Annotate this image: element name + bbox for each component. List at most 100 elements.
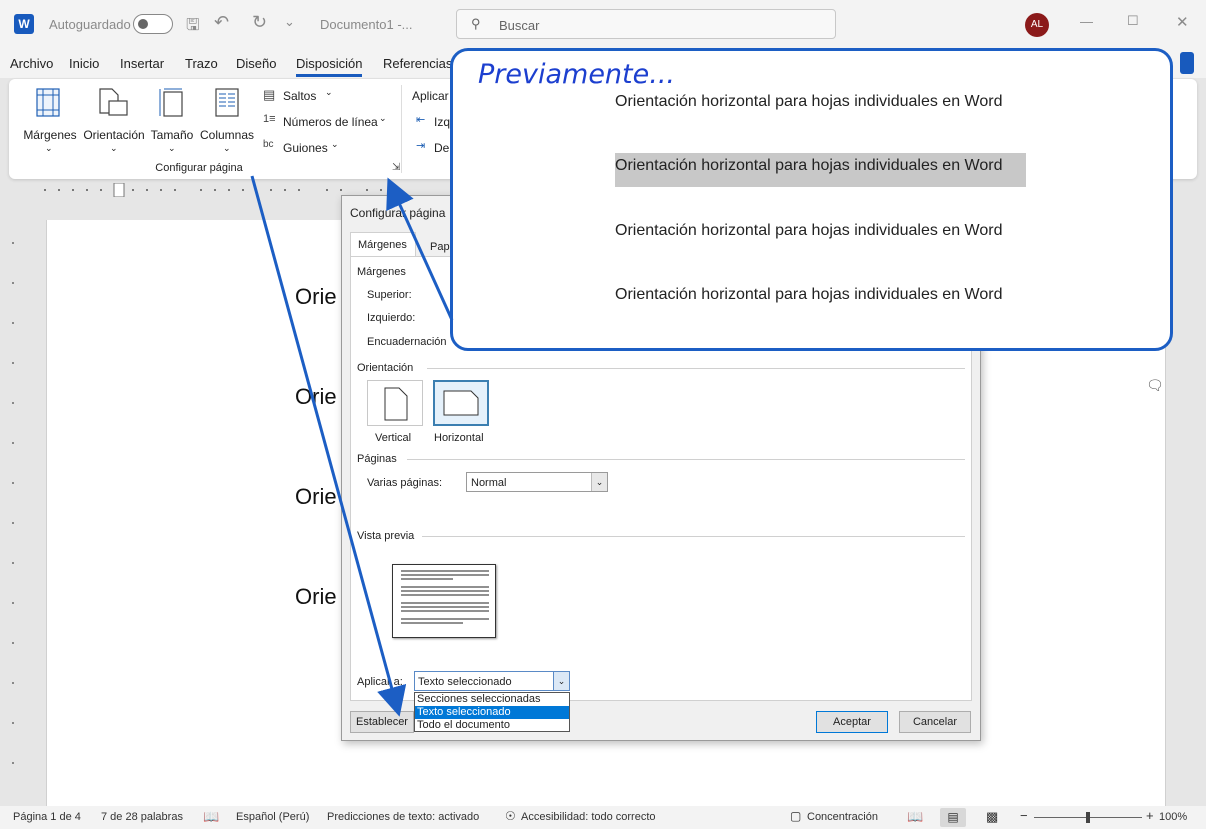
preview-section-label: Vista previa	[357, 530, 415, 542]
tab-diseno[interactable]: Diseño	[236, 56, 276, 71]
ok-button[interactable]: Aceptar	[816, 711, 888, 733]
close-icon[interactable]: ✕	[1176, 13, 1189, 31]
tab-trazo[interactable]: Trazo	[185, 56, 218, 71]
hyphenation-icon: bc	[263, 139, 274, 150]
multiple-pages-value: Normal	[471, 477, 507, 489]
portrait-option[interactable]	[367, 380, 423, 426]
dialog-title: Configurar página	[350, 206, 446, 220]
accessibility-icon: ☉	[505, 809, 516, 823]
columns-label: Columnas	[199, 128, 255, 142]
indent-left-icon[interactable]: ⇤	[416, 113, 425, 126]
divider	[422, 536, 965, 537]
apply-to-select[interactable]: Texto seleccionado ⌄	[414, 671, 570, 691]
set-default-button[interactable]: Establecer	[350, 711, 414, 733]
web-layout-icon[interactable]: ▩	[986, 809, 998, 825]
callout-line: Orientación horizontal para hojas indivi…	[615, 222, 1003, 239]
vertical-ruler-ticks	[12, 242, 14, 764]
callout-line: Orientación horizontal para hojas indivi…	[615, 93, 1003, 110]
zoom-slider[interactable]	[1034, 812, 1142, 823]
chevron-down-icon: ⌄	[325, 87, 333, 97]
document-line[interactable]: Orie	[295, 284, 337, 310]
breaks-button[interactable]: ▤ Saltos ⌄	[263, 87, 343, 105]
columns-button[interactable]: Columnas ⌄	[199, 85, 255, 155]
status-bar: Página 1 de 4 7 de 28 palabras 📖 Español…	[0, 806, 1206, 829]
tab-margins-label: Márgenes	[358, 239, 407, 251]
tab-archivo[interactable]: Archivo	[10, 56, 53, 71]
autosave-toggle[interactable]	[133, 14, 173, 34]
line-numbers-button[interactable]: 1≡ Números de línea ⌄	[263, 113, 393, 131]
tab-referencias[interactable]: Referencias	[383, 56, 452, 71]
apply-to-dropdown: Secciones seleccionadas Texto selecciona…	[414, 692, 570, 732]
share-button[interactable]	[1180, 52, 1194, 74]
zoom-in-icon[interactable]: +	[1146, 808, 1154, 823]
qat-more-icon[interactable]: ⌄	[284, 14, 295, 30]
minimize-icon[interactable]: —	[1080, 14, 1093, 29]
document-line[interactable]: Orie	[295, 384, 337, 410]
title-bar: W Autoguardado 🖫 ↶ ↻ ⌄ Documento1 -... ⚲…	[0, 0, 1206, 50]
hyphenation-button[interactable]: bc Guiones ⌄	[263, 139, 353, 157]
gutter-label: Encuadernación	[367, 336, 447, 348]
chevron-down-icon: ⌄	[168, 143, 176, 153]
size-label: Tamaño	[150, 128, 194, 142]
maximize-icon[interactable]: ☐	[1127, 13, 1139, 29]
margins-button[interactable]: Márgenes ⌄	[21, 85, 77, 155]
focus-mode[interactable]: Concentración	[807, 811, 878, 823]
orientation-button[interactable]: Orientación ⌄	[81, 85, 147, 155]
apply-label: Aplicar	[412, 89, 449, 103]
landscape-icon	[443, 390, 479, 416]
page-count[interactable]: Página 1 de 4	[13, 811, 81, 823]
divider	[427, 368, 965, 369]
vertical-ruler[interactable]	[6, 222, 20, 802]
apply-option-selected[interactable]: Texto seleccionado	[415, 706, 569, 719]
word-count[interactable]: 7 de 28 palabras	[101, 811, 183, 823]
cancel-button[interactable]: Cancelar	[899, 711, 971, 733]
breaks-icon: ▤	[263, 87, 276, 102]
size-button[interactable]: Tamaño ⌄	[149, 85, 195, 155]
read-mode-icon[interactable]: 📖	[907, 809, 923, 825]
undo-icon[interactable]: ↶	[214, 12, 229, 33]
zoom-level[interactable]: 100%	[1159, 811, 1187, 823]
tab-margins[interactable]: Márgenes	[350, 232, 416, 256]
page-setup-group-label: Configurar página	[155, 162, 243, 174]
tab-insertar[interactable]: Insertar	[120, 56, 164, 71]
apply-option[interactable]: Secciones seleccionadas	[415, 693, 569, 706]
text-predictions[interactable]: Predicciones de texto: activado	[327, 811, 479, 823]
tab-paper[interactable]: Pap	[430, 241, 450, 253]
page-preview	[392, 564, 496, 638]
tab-inicio[interactable]: Inicio	[69, 56, 99, 71]
redo-icon[interactable]: ↻	[252, 12, 267, 33]
print-layout-icon[interactable]: ▤	[940, 808, 966, 827]
multiple-pages-select[interactable]: Normal ⌄	[466, 472, 608, 492]
language[interactable]: Español (Perú)	[236, 811, 309, 823]
document-line[interactable]: Orie	[295, 584, 337, 610]
search-placeholder: Buscar	[499, 18, 540, 33]
apply-to-value: Texto seleccionado	[418, 676, 512, 688]
document-line[interactable]: Orie	[295, 484, 337, 510]
comment-icon[interactable]: 🗨	[1146, 377, 1164, 394]
preview-lines	[401, 570, 489, 624]
vertical-scrollbar[interactable]	[1188, 200, 1206, 806]
chevron-down-icon: ⌄	[379, 113, 387, 123]
columns-icon	[215, 88, 239, 117]
dialog-launcher-icon[interactable]: ⇲	[392, 162, 400, 173]
top-margin-label: Superior:	[367, 289, 412, 301]
indent-right-icon[interactable]: ⇥	[416, 139, 425, 152]
multiple-pages-label: Varias páginas:	[367, 477, 443, 489]
focus-icon: ▢	[790, 809, 802, 823]
chevron-down-icon: ⌄	[591, 473, 607, 491]
proofing-icon[interactable]: 📖	[203, 809, 219, 825]
apply-option[interactable]: Todo el documento	[415, 719, 569, 732]
save-icon[interactable]: 🖫	[186, 14, 200, 41]
search-input[interactable]: ⚲ Buscar	[456, 9, 836, 39]
portrait-icon	[384, 387, 408, 421]
callout-line: Orientación horizontal para hojas indivi…	[615, 286, 1003, 303]
tab-disposicion[interactable]: Disposición	[296, 56, 363, 77]
portrait-label[interactable]: Vertical	[375, 432, 411, 444]
avatar[interactable]: AL	[1025, 13, 1049, 37]
landscape-option[interactable]	[433, 380, 489, 426]
callout-line-selected: Orientación horizontal para hojas indivi…	[615, 157, 1003, 174]
chevron-down-icon: ⌄	[45, 143, 53, 153]
landscape-label[interactable]: Horizontal	[434, 432, 484, 444]
accessibility-status[interactable]: Accesibilidad: todo correcto	[521, 811, 656, 823]
zoom-out-icon[interactable]: −	[1020, 808, 1028, 823]
